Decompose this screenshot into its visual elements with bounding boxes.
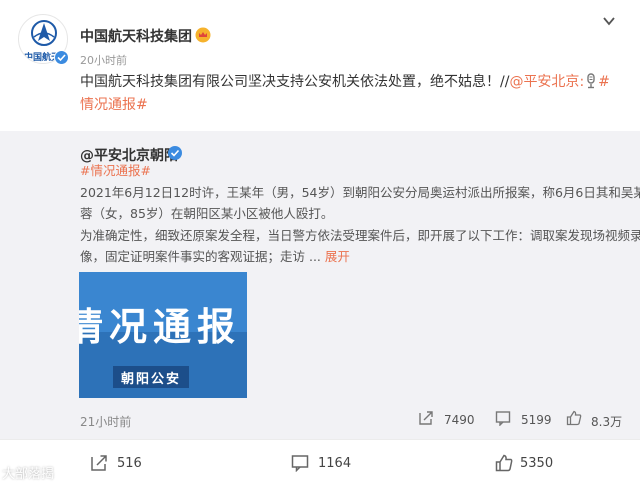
forward-icon[interactable] (90, 454, 108, 472)
comment-icon[interactable] (495, 410, 511, 426)
watermark: 大部落揭 (2, 467, 55, 482)
repost-line-3: 为准确定性，细致还原案发全程，当日警方依法受理案件后，即开展了以下工作：调取案发… (80, 227, 640, 243)
vip-crown-icon (195, 27, 211, 43)
thumb-title: 情况通报 (79, 305, 242, 349)
like-icon[interactable] (566, 410, 582, 426)
repost-timestamp[interactable]: 21小时前 (80, 413, 131, 430)
mention-link[interactable]: @平安北京 (509, 74, 579, 90)
post-content: 中国航天科技集团有限公司坚决支持公安机关依法处置，绝不姑息！//@平安北京: #… (80, 71, 625, 117)
like-count[interactable]: 8.3万 (591, 413, 622, 430)
repost-icon[interactable] (418, 410, 434, 426)
repost-line-1: 2021年6月12日12时许，王某年（男，54岁）到朝阳公安分局奥运村派出所报案… (80, 184, 640, 200)
comment-count[interactable]: 5199 (521, 413, 552, 427)
repost-line-4: 像，固定证明案件事实的客观证据；走访 ... (80, 249, 325, 264)
repost-line-2: 蓉（女，85岁）在朝阳区某小区被他人殴打。 (80, 206, 334, 221)
like-action-count[interactable]: 5350 (520, 456, 553, 471)
repost-count[interactable]: 7490 (444, 413, 475, 427)
post-timestamp[interactable]: 20小时前 (80, 52, 127, 68)
mention-colon: : (579, 74, 585, 90)
divider (0, 439, 640, 440)
like-action-icon[interactable] (495, 454, 513, 472)
verified-badge-icon (54, 50, 69, 65)
weibo-post-card: 中国航天 中国航天科技集团 20小时前 中国航天科技集团有限公司坚决支持公安机关… (0, 0, 640, 487)
post-author[interactable]: 中国航天科技集团 (80, 26, 192, 46)
expand-link[interactable]: 展开 (325, 249, 350, 264)
chevron-down-icon[interactable] (601, 14, 617, 28)
repost-verified-icon (168, 146, 182, 160)
comment-action-count[interactable]: 1164 (318, 456, 351, 471)
comment-action-icon[interactable] (291, 454, 309, 472)
hashtag-link[interactable]: 情况通报# (80, 97, 148, 113)
hashtag-link-start[interactable]: # (598, 74, 610, 90)
thumb-badge: 朝阳公安 (113, 366, 189, 388)
forward-count[interactable]: 516 (117, 456, 142, 471)
thumb-badge-label: 朝阳公安 (121, 372, 182, 387)
repost-image[interactable]: 情况通报 朝阳公安 (79, 272, 247, 398)
repost-hashtag[interactable]: #情况通报# (80, 160, 625, 182)
post-text: 中国航天科技集团有限公司坚决支持公安机关依法处置，绝不姑息！// (80, 74, 510, 90)
repost-text: #情况通报# 2021年6月12日12时许，王某年（男，54岁）到朝阳公安分局奥… (80, 160, 640, 268)
microphone-icon (587, 73, 595, 89)
